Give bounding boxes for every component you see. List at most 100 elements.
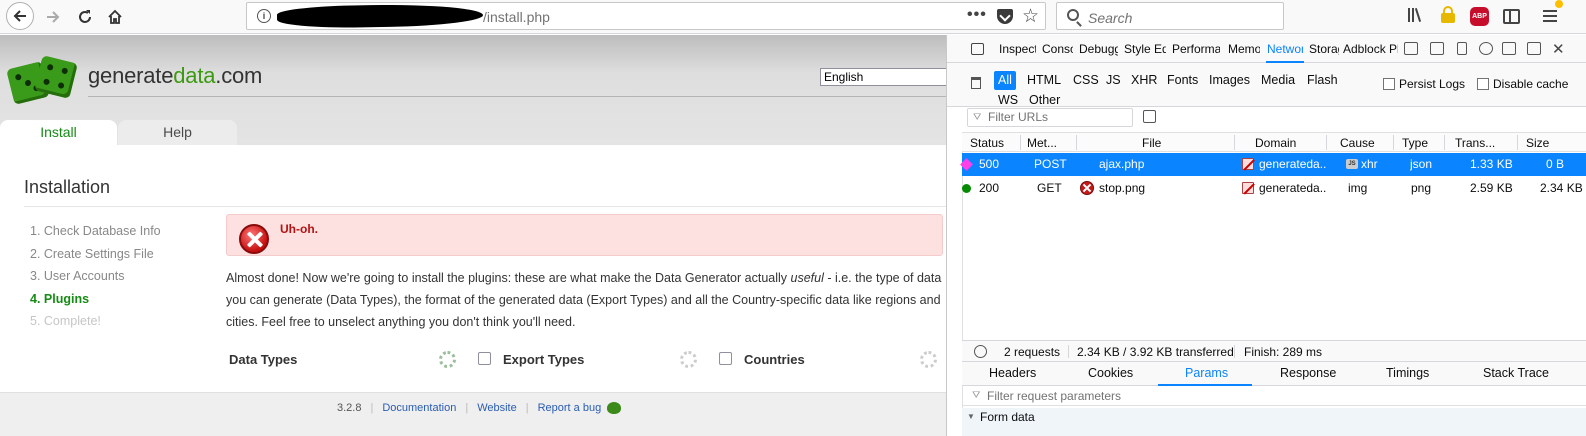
lock-icon[interactable] xyxy=(1441,6,1455,26)
filter-xhr[interactable]: XHR xyxy=(1127,71,1161,90)
back-button[interactable] xyxy=(6,2,34,30)
overflow-tabs-icon[interactable] xyxy=(1404,42,1418,55)
col-transferred[interactable]: Trans... xyxy=(1455,136,1495,150)
redacted-url-host xyxy=(276,3,484,29)
filter-css[interactable]: CSS xyxy=(1069,71,1103,90)
dock-bottom-icon[interactable] xyxy=(1502,42,1516,55)
loading-spinner-icon xyxy=(920,351,937,368)
tab-headers[interactable]: Headers xyxy=(989,366,1036,380)
export-types-checkbox[interactable] xyxy=(478,352,491,365)
tab-timings[interactable]: Timings xyxy=(1386,366,1429,380)
pocket-icon[interactable] xyxy=(997,9,1013,24)
row-size: 0 B xyxy=(1546,157,1565,171)
filter-flash[interactable]: Flash xyxy=(1303,71,1342,90)
home-icon xyxy=(108,9,122,24)
tab-adblock-plus[interactable]: Adblock Plus xyxy=(1343,42,1398,56)
col-type[interactable]: Type xyxy=(1402,136,1428,150)
settings-gear-icon[interactable] xyxy=(1479,42,1493,55)
site-tabs: Install Help xyxy=(0,120,946,145)
home-button[interactable] xyxy=(102,4,128,30)
documentation-link[interactable]: Documentation xyxy=(382,402,456,414)
page-actions-icon[interactable]: ••• xyxy=(967,6,987,24)
tab-debugger[interactable]: Debugger xyxy=(1079,42,1118,56)
site-title[interactable]: generatedata.com xyxy=(88,63,262,89)
countries-checkbox[interactable] xyxy=(719,352,732,365)
tab-install[interactable]: Install xyxy=(0,120,117,145)
col-file[interactable]: File xyxy=(1142,136,1161,150)
arrow-right-icon xyxy=(47,11,60,23)
stop-image-icon xyxy=(1080,181,1094,195)
step-item-current: 4. Plugins xyxy=(30,291,90,306)
col-domain[interactable]: Domain xyxy=(1255,136,1296,150)
filter-html[interactable]: HTML xyxy=(1023,71,1065,90)
filter-media[interactable]: Media xyxy=(1257,71,1299,90)
filter-js[interactable]: JS xyxy=(1102,71,1125,90)
filter-all[interactable]: All xyxy=(994,71,1016,90)
disable-cache-toggle[interactable]: Disable cache xyxy=(1477,77,1568,91)
bookmark-star-icon[interactable]: ☆ xyxy=(1022,5,1039,28)
tab-network[interactable]: Network xyxy=(1267,42,1303,56)
tab-help[interactable]: Help xyxy=(118,120,237,145)
split-console-icon[interactable] xyxy=(1430,42,1444,55)
url-path: /install.php xyxy=(483,9,550,25)
tab-style-editor[interactable]: Style Editor xyxy=(1124,42,1166,56)
table-row[interactable]: 200 GET stop.png generateda... img png 2… xyxy=(962,177,1586,200)
clear-trash-icon[interactable] xyxy=(971,77,981,89)
request-count: 2 requests xyxy=(1004,345,1061,359)
sidebar-icon[interactable] xyxy=(1503,9,1520,24)
col-status[interactable]: Status xyxy=(970,136,1004,150)
error-alert: Uh-oh. xyxy=(226,214,943,256)
tab-console[interactable]: Console xyxy=(1042,42,1073,56)
col-cause[interactable]: Cause xyxy=(1340,136,1375,150)
tab-response[interactable]: Response xyxy=(1280,366,1336,380)
reload-button[interactable] xyxy=(72,4,98,30)
adblock-plus-icon[interactable]: ABP xyxy=(1470,7,1489,26)
col-method[interactable]: Met... xyxy=(1027,136,1057,150)
hamburger-menu-icon[interactable] xyxy=(1543,10,1559,30)
library-icon[interactable] xyxy=(1408,6,1426,26)
filter-fonts[interactable]: Fonts xyxy=(1163,71,1202,90)
row-transferred: 1.33 KB xyxy=(1470,157,1513,171)
table-row[interactable]: 500 POST ajax.php generateda... JS xhr j… xyxy=(960,153,1586,176)
forward-button[interactable] xyxy=(40,4,66,30)
url-bar[interactable]: i /install.php ••• ☆ xyxy=(246,2,1046,30)
tab-storage[interactable]: Storage xyxy=(1309,42,1339,56)
col-size[interactable]: Size xyxy=(1526,136,1549,150)
responsive-design-icon[interactable] xyxy=(1457,42,1467,55)
site-header: generatedata.com English Install Help xyxy=(0,35,946,145)
row-status: 200 xyxy=(979,181,1000,195)
row-file: stop.png xyxy=(1099,181,1146,195)
tab-stack-trace[interactable]: Stack Trace xyxy=(1483,366,1549,380)
form-data-section[interactable]: Form data xyxy=(962,408,1586,436)
report-bug-link[interactable]: Report a bug xyxy=(538,402,602,414)
header-divider xyxy=(88,96,946,97)
info-icon[interactable]: i xyxy=(257,9,271,23)
filter-urls-input[interactable]: Filter URLs xyxy=(967,108,1133,127)
persist-logs-toggle[interactable]: Persist Logs xyxy=(1383,77,1465,91)
browser-toolbar: i /install.php ••• ☆ Search ABP xyxy=(0,0,1586,34)
finish-time: Finish: 289 ms xyxy=(1244,345,1323,359)
language-select[interactable]: English xyxy=(820,68,946,86)
js-cause-icon: JS xyxy=(1346,159,1358,169)
filter-options-icon[interactable] xyxy=(1143,110,1156,123)
filter-params-input[interactable]: Filter request parameters xyxy=(962,387,1586,406)
tab-cookies[interactable]: Cookies xyxy=(1088,366,1133,380)
undock-window-icon[interactable] xyxy=(1527,42,1541,55)
search-bar[interactable]: Search xyxy=(1056,2,1284,30)
element-picker-icon[interactable] xyxy=(971,43,984,55)
loading-spinner-icon xyxy=(680,351,697,368)
step-item: 2. Create Settings File xyxy=(30,246,154,261)
update-badge-icon xyxy=(1555,0,1563,8)
performance-analysis-icon[interactable] xyxy=(974,345,987,358)
website-link[interactable]: Website xyxy=(477,402,517,414)
tab-params[interactable]: Params xyxy=(1185,366,1228,380)
bug-icon xyxy=(607,402,622,414)
filter-images[interactable]: Images xyxy=(1205,71,1254,90)
site-footer: 3.2.8 | Documentation | Website | Report… xyxy=(0,392,946,436)
tab-memory[interactable]: Memory xyxy=(1228,42,1260,56)
network-filterbar: All HTML CSS JS XHR Fonts Images Media F… xyxy=(947,63,1586,107)
close-icon[interactable]: ✕ xyxy=(1552,40,1565,58)
row-size: 2.34 KB xyxy=(1540,181,1583,195)
tab-inspector[interactable]: Inspector xyxy=(999,42,1036,56)
tab-performance[interactable]: Performance xyxy=(1172,42,1220,56)
